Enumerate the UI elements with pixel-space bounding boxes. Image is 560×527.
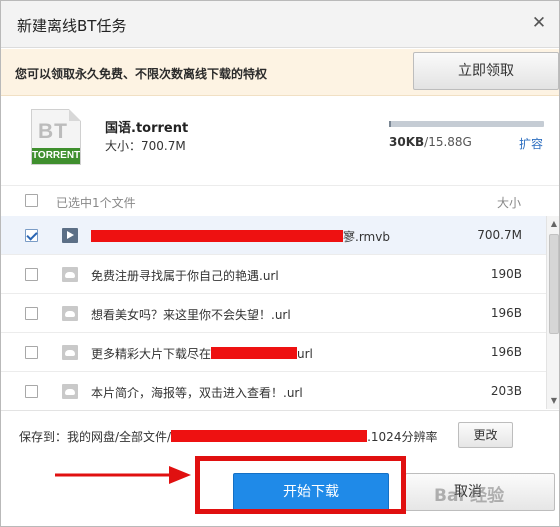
file-name: 寥.rmvb xyxy=(91,228,390,245)
torrent-file-icon: BT TORRENT xyxy=(31,109,81,165)
cloud-icon xyxy=(62,384,78,399)
file-checkbox[interactable] xyxy=(25,346,38,359)
claim-button[interactable]: 立即领取 xyxy=(413,52,559,90)
dialog-footer: 开始下载 取消 xyxy=(1,457,559,526)
quota-text: 30KB/15.88G xyxy=(389,135,472,149)
file-checkbox[interactable] xyxy=(25,385,38,398)
select-all-checkbox[interactable] xyxy=(25,194,38,207)
torrent-icon-label: TORRENT xyxy=(32,148,80,164)
start-download-button[interactable]: 开始下载 xyxy=(233,473,389,511)
torrent-name: 国语.torrent xyxy=(105,121,189,136)
file-checkbox[interactable] xyxy=(25,307,38,320)
close-icon[interactable]: ✕ xyxy=(531,15,547,32)
file-name: 想看美女吗？来这里你不会失望！.url xyxy=(91,308,291,322)
torrent-size: 大小：700.7M xyxy=(105,139,186,153)
scroll-down-icon[interactable]: ▼ xyxy=(548,395,559,407)
file-checkbox[interactable] xyxy=(25,268,38,281)
save-location-row: 保存到：我的网盘/全部文件/.1024分辨率 更改 xyxy=(1,410,559,456)
cloud-icon xyxy=(62,306,78,321)
promo-text: 您可以领取永久免费、不限次数离线下载的特权 xyxy=(15,67,268,81)
file-list-header: 已选中1个文件 大小 xyxy=(1,185,559,215)
file-name: 免费注册寻找属于你自己的艳遇.url xyxy=(91,269,279,283)
redaction-mark xyxy=(91,230,343,242)
file-size: 203B xyxy=(490,384,522,398)
file-name: 更多精彩大片下载尽在 url xyxy=(91,347,313,361)
save-path: 保存到：我的网盘/全部文件/.1024分辨率 xyxy=(19,430,438,444)
promo-banner: 您可以领取永久免费、不限次数离线下载的特权 立即领取 xyxy=(1,49,559,96)
quota-progress-bar xyxy=(389,121,544,127)
offline-bt-dialog: 新建离线BT任务 ✕ 您可以领取永久免费、不限次数离线下载的特权 立即领取 BT… xyxy=(0,0,560,527)
scroll-up-icon[interactable]: ▲ xyxy=(548,218,559,230)
redaction-mark xyxy=(171,430,368,442)
title-bar: 新建离线BT任务 ✕ xyxy=(1,1,559,48)
list-item[interactable]: 本片简介，海报等，双击进入查看！.url 203B xyxy=(1,372,546,409)
dialog-title: 新建离线BT任务 xyxy=(17,17,127,35)
list-item[interactable]: 免费注册寻找属于你自己的艳遇.url 190B xyxy=(1,255,546,294)
redaction-mark xyxy=(211,347,298,359)
list-scrollbar[interactable]: ▲ ▼ xyxy=(546,216,559,409)
file-list: 寥.rmvb 700.7M 免费注册寻找属于你自己的艳遇.url 190B 想看… xyxy=(1,216,546,409)
list-item[interactable]: 更多精彩大片下载尽在 url 196B xyxy=(1,333,546,372)
file-size: 196B xyxy=(490,306,522,320)
selected-count-label: 已选中1个文件 xyxy=(56,196,136,210)
scrollbar-thumb[interactable] xyxy=(549,234,559,334)
quota-total: /15.88G xyxy=(424,135,472,149)
change-location-button[interactable]: 更改 xyxy=(458,422,513,448)
quota-used: 30KB xyxy=(389,135,425,149)
torrent-icon-letters: BT xyxy=(38,120,68,143)
file-size: 190B xyxy=(490,267,522,281)
file-size: 196B xyxy=(490,345,522,359)
file-name: 本片简介，海报等，双击进入查看！.url xyxy=(91,386,303,400)
quota-progress-fill xyxy=(389,121,391,127)
list-item[interactable]: 想看美女吗？来这里你不会失望！.url 196B xyxy=(1,294,546,333)
torrent-info: BT TORRENT 国语.torrent 大小：700.7M 30KB/15.… xyxy=(1,97,559,185)
cloud-icon xyxy=(62,267,78,282)
size-column-header: 大小 xyxy=(496,196,521,210)
expand-storage-link[interactable]: 扩容 xyxy=(519,135,543,152)
cloud-icon xyxy=(62,345,78,360)
video-icon xyxy=(62,228,78,243)
file-checkbox[interactable] xyxy=(25,229,38,242)
cancel-button[interactable]: 取消 xyxy=(405,473,555,511)
list-item[interactable]: 寥.rmvb 700.7M xyxy=(1,216,546,255)
file-size: 700.7M xyxy=(477,228,522,242)
